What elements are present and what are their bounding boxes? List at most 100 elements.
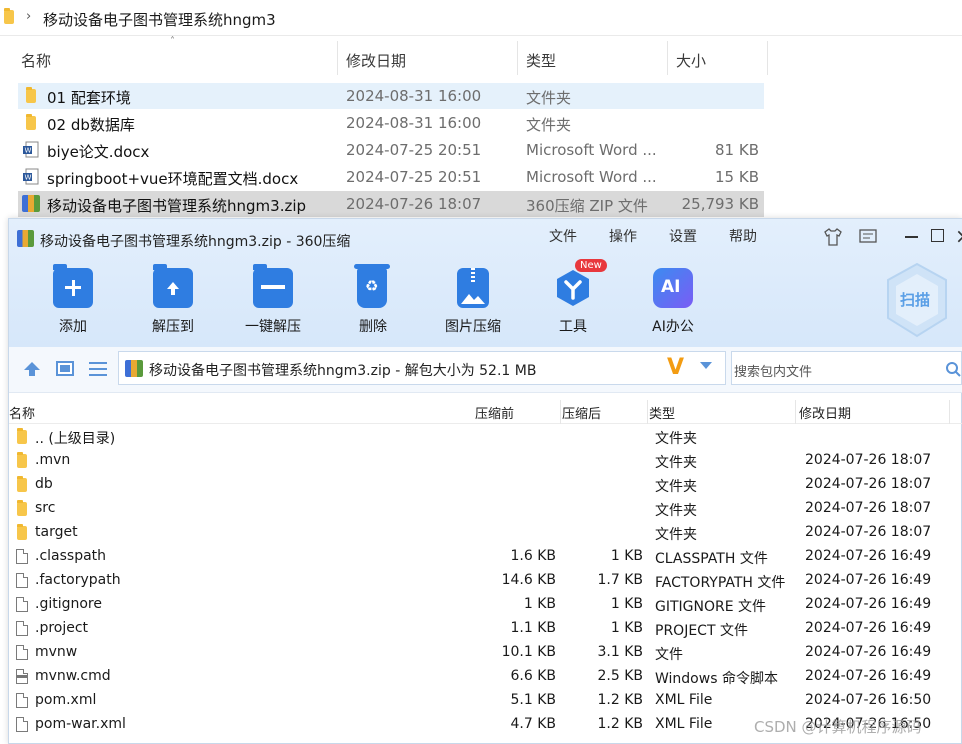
explorer-path[interactable]: 移动设备电子图书管理系统hngm3	[43, 9, 276, 30]
file-size: 81 KB	[715, 141, 759, 159]
file-date: 2024-07-26 16:49	[805, 644, 932, 660]
archive-row[interactable]: target 文件夹 2024-07-26 18:07	[0, 521, 962, 545]
list-view-icon[interactable]	[89, 362, 107, 376]
image-compress-icon	[457, 268, 489, 308]
file-type: FACTORYPATH 文件	[655, 575, 786, 591]
toolbar-tools-button[interactable]: New 工具	[535, 259, 611, 342]
size-before: 4.7 KB	[510, 716, 557, 732]
file-date: 2024-07-26 16:49	[805, 572, 932, 588]
file-date: 2024-07-26 18:07	[805, 476, 932, 492]
archive-row[interactable]: .mvn 文件夹 2024-07-26 18:07	[0, 449, 962, 473]
toolbar-image-compress-button[interactable]: 图片压缩	[435, 262, 511, 342]
folder-icon	[17, 524, 27, 540]
file-icon	[16, 645, 28, 660]
up-arrow-icon[interactable]	[23, 361, 41, 377]
file-name: mvnw	[35, 644, 78, 660]
explorer-row-selected[interactable]: 移动设备电子图书管理系统hngm3.zip 2024-07-26 18:07 3…	[18, 191, 764, 217]
column-header-size[interactable]: 大小	[668, 41, 768, 75]
explorer-row[interactable]: 01 配套环境 2024-08-31 16:00 文件夹	[18, 83, 764, 109]
script-file-icon	[16, 669, 28, 684]
file-date: 2024-08-31 16:00	[346, 114, 482, 132]
file-date: 2024-07-26 18:07	[805, 500, 932, 516]
tools-icon	[557, 270, 589, 306]
search-icon[interactable]	[945, 361, 961, 377]
archive-search-field[interactable]: 搜索包内文件	[731, 351, 962, 385]
extract-to-icon	[153, 264, 193, 308]
archive-row[interactable]: pom.xml 5.1 KB 1.2 KB XML File 2024-07-26 16…	[0, 689, 962, 713]
toolbar-add-button[interactable]: 添加	[35, 262, 111, 342]
screen: { "explorer": { "path": "移动设备电子图书管理系统hng…	[0, 0, 962, 744]
file-type: 文件夹	[655, 431, 697, 447]
zip-archive-icon	[125, 360, 143, 377]
toolbar-one-click-extract-button[interactable]: 一键解压	[235, 262, 311, 342]
size-before: 1.1 KB	[510, 620, 557, 636]
file-date: 2024-07-26 16:50	[805, 692, 932, 708]
folder-icon	[26, 87, 36, 103]
archive-row[interactable]: .classpath 1.6 KB 1 KB CLASSPATH 文件 2024-07-…	[0, 545, 962, 569]
size-after: 1 KB	[610, 620, 643, 636]
message-icon[interactable]	[859, 229, 877, 245]
archive-row[interactable]: .gitignore 1 KB 1 KB GITIGNORE 文件 2024-07-26…	[0, 593, 962, 617]
file-date: 2024-07-25 20:51	[346, 168, 482, 186]
archive-list-header: 名称 压缩前 压缩后 类型 修改日期	[9, 400, 962, 424]
ai-office-icon: AI	[653, 268, 693, 308]
file-name: pom.xml	[35, 692, 97, 708]
menu-operation[interactable]: 操作	[609, 226, 637, 246]
file-name: 02 db数据库	[47, 116, 135, 134]
toolbar-label: 删除	[359, 319, 387, 335]
maximize-icon[interactable]	[931, 229, 944, 242]
toolbar-ai-office-button[interactable]: AI AI办公	[635, 262, 711, 342]
file-date: 2024-07-25 20:51	[346, 141, 482, 159]
menu-settings[interactable]: 设置	[669, 226, 697, 246]
menu-file[interactable]: 文件	[549, 226, 577, 246]
size-before: 1 KB	[523, 596, 556, 612]
column-header-name[interactable]: 名称	[18, 41, 338, 75]
archive-address-field[interactable]: 移动设备电子图书管理系统hngm3.zip - 解包大小为 52.1 MB V	[118, 351, 726, 385]
explorer-row[interactable]: W biye论文.docx 2024-07-25 20:51 Microsoft…	[18, 137, 764, 163]
close-icon[interactable]: ×	[955, 224, 962, 248]
thumbnail-view-icon[interactable]	[56, 361, 74, 376]
new-badge: New	[575, 259, 607, 272]
column-header-type[interactable]: 类型	[649, 403, 675, 422]
minimize-icon[interactable]	[905, 236, 918, 238]
word-document-icon: W	[23, 141, 39, 158]
toolbar-delete-button[interactable]: ♻ 删除	[335, 262, 411, 342]
explorer-address-bar[interactable]: › 移动设备电子图书管理系统hngm3	[0, 0, 962, 36]
column-header-before[interactable]: 压缩前	[475, 403, 514, 422]
explorer-row[interactable]: 02 db数据库 2024-08-31 16:00 文件夹	[18, 110, 764, 136]
dropdown-arrow-icon[interactable]	[700, 362, 712, 369]
file-type: XML File	[655, 692, 713, 708]
file-icon	[16, 621, 28, 636]
v-logo-icon: V	[667, 355, 685, 380]
file-name: 01 配套环境	[47, 89, 131, 107]
column-header-date[interactable]: 修改日期	[338, 41, 518, 75]
folder-icon	[17, 500, 27, 516]
file-type: 文件	[655, 647, 683, 663]
file-icon	[16, 573, 28, 588]
column-header-name[interactable]: 名称	[9, 403, 35, 422]
file-type: 文件夹	[526, 116, 572, 134]
archive-row[interactable]: mvnw 10.1 KB 3.1 KB 文件 2024-07-26 16:49	[0, 641, 962, 665]
column-header-after[interactable]: 压缩后	[562, 403, 601, 422]
toolbar-extract-to-button[interactable]: 解压到	[135, 262, 211, 342]
search-input[interactable]: 搜索包内文件	[734, 361, 812, 380]
archive-row[interactable]: mvnw.cmd 6.6 KB 2.5 KB Windows 命令脚本 2024-07-…	[0, 665, 962, 689]
explorer-row[interactable]: W springboot+vue环境配置文档.docx 2024-07-25 2…	[18, 164, 764, 190]
archive-row[interactable]: .project 1.1 KB 1 KB PROJECT 文件 2024-07-26 1…	[0, 617, 962, 641]
column-header-type[interactable]: 类型	[518, 41, 668, 75]
size-after: 1 KB	[610, 596, 643, 612]
add-icon	[53, 264, 93, 308]
archive-row[interactable]: db 文件夹 2024-07-26 18:07	[0, 473, 962, 497]
size-before: 10.1 KB	[501, 644, 556, 660]
watermark: CSDN @计算机程序源码	[754, 718, 922, 736]
file-name: .factorypath	[35, 572, 121, 588]
archive-row[interactable]: src 文件夹 2024-07-26 18:07	[0, 497, 962, 521]
column-header-date[interactable]: 修改日期	[799, 403, 851, 422]
menu-help[interactable]: 帮助	[729, 226, 757, 246]
file-type: 文件夹	[526, 89, 572, 107]
column-divider	[560, 400, 561, 424]
archive-row[interactable]: .factorypath 14.6 KB 1.7 KB FACTORYPATH 文件 2…	[0, 569, 962, 593]
archive-row[interactable]: .. (上级目录) 文件夹	[0, 425, 962, 449]
skin-shirt-icon[interactable]	[823, 228, 843, 246]
scan-button[interactable]: 扫描	[884, 262, 950, 338]
